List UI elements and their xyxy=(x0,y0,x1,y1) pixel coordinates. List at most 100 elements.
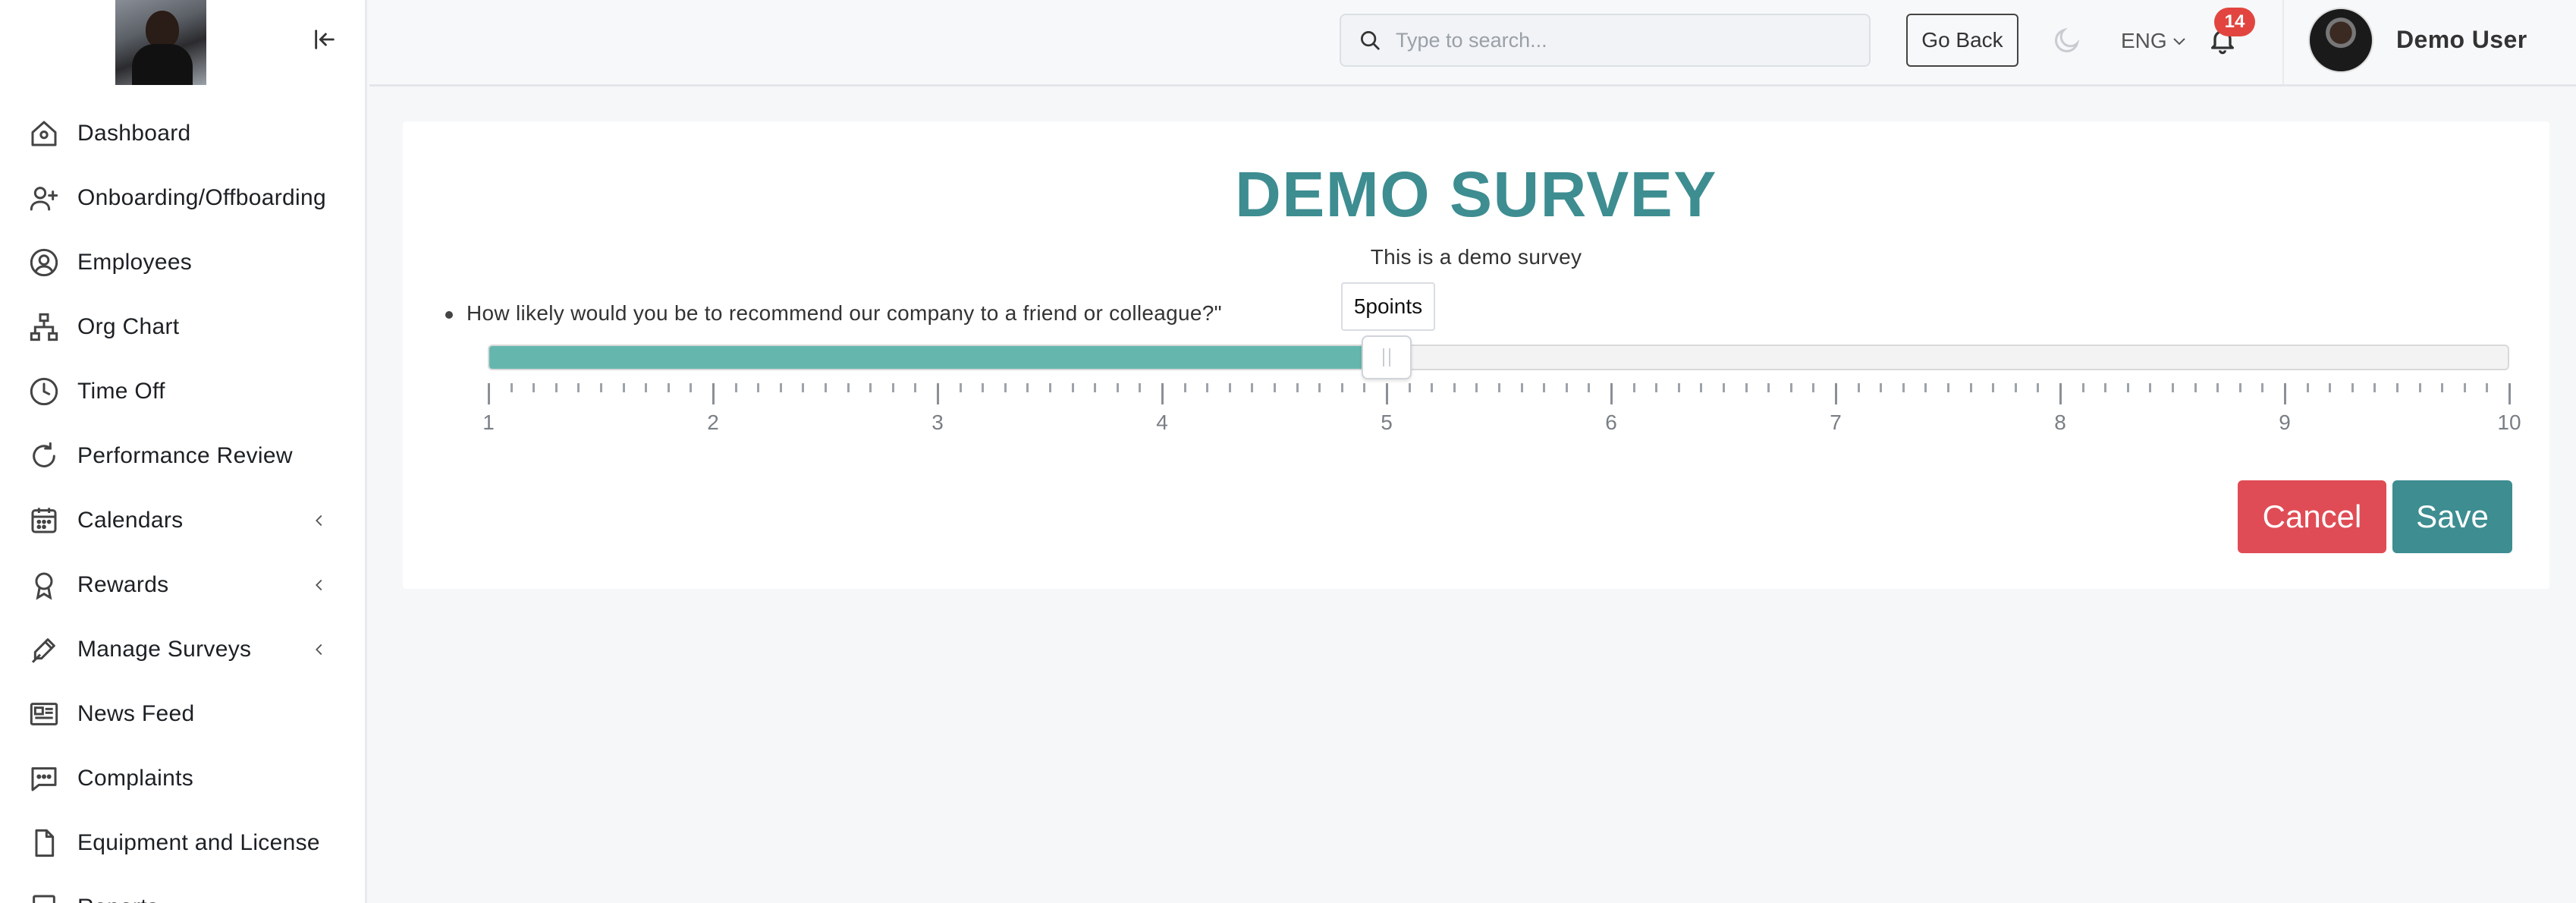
sidebar-item-onboarding[interactable]: Onboarding/Offboarding xyxy=(0,165,365,230)
slider-track[interactable] xyxy=(488,345,2509,370)
minor-tick xyxy=(1183,383,1186,392)
sidebar-item-org-chart[interactable]: Org Chart xyxy=(0,294,365,359)
chevron-left-icon[interactable] xyxy=(306,572,332,598)
sidebar-item-label: Equipment and License xyxy=(77,829,320,855)
minor-tick xyxy=(1296,383,1299,392)
minor-tick xyxy=(2194,383,2197,392)
minor-tick xyxy=(825,383,827,392)
chevron-left-icon[interactable] xyxy=(306,508,332,533)
minor-tick xyxy=(869,383,872,392)
minor-tick xyxy=(2418,383,2421,392)
major-tick xyxy=(1386,383,1388,404)
major-tick xyxy=(712,383,715,404)
scale-label: 9 xyxy=(2279,411,2291,434)
sidebar-item-rewards[interactable]: Rewards xyxy=(0,552,365,617)
minor-tick xyxy=(2081,383,2084,392)
newspaper-icon xyxy=(27,697,61,731)
minor-tick xyxy=(510,383,513,392)
minor-tick xyxy=(2306,383,2309,392)
sidebar-item-reports[interactable]: Reports xyxy=(0,875,365,903)
message-icon xyxy=(27,762,61,795)
sidebar-item-label: Performance Review xyxy=(77,442,293,468)
sidebar-item-dashboard[interactable]: Dashboard xyxy=(0,101,365,165)
minor-tick xyxy=(1049,383,1051,392)
sidebar-item-label: Org Chart xyxy=(77,313,180,339)
minor-tick xyxy=(1453,383,1456,392)
chevron-left-icon[interactable] xyxy=(306,637,332,662)
user-plus-icon xyxy=(27,181,61,215)
minor-tick xyxy=(2486,383,2489,392)
minor-tick xyxy=(2261,383,2264,392)
minor-tick xyxy=(757,383,760,392)
minor-tick xyxy=(2329,383,2332,392)
minor-tick xyxy=(779,383,782,392)
minor-tick xyxy=(1655,383,1658,392)
scale-label: 10 xyxy=(2497,411,2521,434)
scale-label: 5 xyxy=(1381,411,1393,434)
minor-tick xyxy=(1475,383,1478,392)
minor-tick xyxy=(1902,383,1905,392)
sidebar-item-calendars[interactable]: Calendars xyxy=(0,488,365,552)
go-back-button[interactable]: Go Back xyxy=(1906,14,2018,67)
scale-label: 6 xyxy=(1605,411,1617,434)
scale-label: 1 xyxy=(482,411,495,434)
search-input[interactable] xyxy=(1396,28,1851,52)
collapse-sidebar-icon[interactable] xyxy=(308,23,341,56)
scale-label: 4 xyxy=(1156,411,1168,434)
sidebar-item-employees[interactable]: Employees xyxy=(0,230,365,294)
sidebar-item-label: Calendars xyxy=(77,507,184,533)
major-tick xyxy=(2508,383,2511,404)
minor-tick xyxy=(1767,383,1770,392)
minor-tick xyxy=(1004,383,1007,392)
sidebar-item-label: Dashboard xyxy=(77,120,191,146)
report-icon xyxy=(27,891,61,903)
minor-tick xyxy=(667,383,670,392)
header-divider xyxy=(2282,0,2284,84)
minor-tick xyxy=(1498,383,1500,392)
grip-icon xyxy=(1383,348,1390,367)
minor-tick xyxy=(1632,383,1635,392)
minor-tick xyxy=(1723,383,1725,392)
minor-tick xyxy=(1745,383,1748,392)
sidebar-item-performance-review[interactable]: Performance Review xyxy=(0,423,365,488)
file-icon xyxy=(27,826,61,860)
minor-tick xyxy=(1340,383,1343,392)
major-tick xyxy=(1835,383,1837,404)
minor-tick xyxy=(1543,383,1546,392)
language-selector[interactable]: ENG xyxy=(2121,26,2188,56)
minor-tick xyxy=(2441,383,2444,392)
sidebar-item-complaints[interactable]: Complaints xyxy=(0,746,365,810)
minor-tick xyxy=(1251,383,1254,392)
minor-tick xyxy=(1116,383,1119,392)
sidebar-item-time-off[interactable]: Time Off xyxy=(0,359,365,423)
minor-tick xyxy=(891,383,894,392)
minor-tick xyxy=(847,383,850,392)
sidebar-item-label: Time Off xyxy=(77,378,165,404)
minor-tick xyxy=(1857,383,1860,392)
minor-tick xyxy=(1789,383,1792,392)
slider-handle[interactable] xyxy=(1362,335,1412,379)
minor-tick xyxy=(2396,383,2399,392)
survey-question: How likely would you be to recommend our… xyxy=(445,301,1222,325)
cancel-button[interactable]: Cancel xyxy=(2238,480,2386,553)
minor-tick xyxy=(1274,383,1276,392)
search-box[interactable] xyxy=(1340,14,1871,67)
minor-tick xyxy=(1812,383,1815,392)
save-button[interactable]: Save xyxy=(2392,480,2512,553)
minor-tick xyxy=(959,383,962,392)
sidebar-item-manage-surveys[interactable]: Manage Surveys xyxy=(0,617,365,681)
minor-tick xyxy=(2014,383,2017,392)
moon-icon[interactable] xyxy=(2050,23,2084,58)
language-label: ENG xyxy=(2121,29,2167,52)
sidebar-item-equipment-license[interactable]: Equipment and License xyxy=(0,810,365,875)
avatar[interactable] xyxy=(2308,8,2373,73)
minor-tick xyxy=(1071,383,1074,392)
company-logo[interactable] xyxy=(115,0,206,85)
minor-tick xyxy=(1677,383,1680,392)
sidebar-item-news-feed[interactable]: News Feed xyxy=(0,681,365,746)
user-name[interactable]: Demo User xyxy=(2396,26,2527,54)
org-chart-icon xyxy=(27,310,61,344)
minor-tick xyxy=(600,383,602,392)
minor-tick xyxy=(2373,383,2377,392)
minor-tick xyxy=(1026,383,1029,392)
